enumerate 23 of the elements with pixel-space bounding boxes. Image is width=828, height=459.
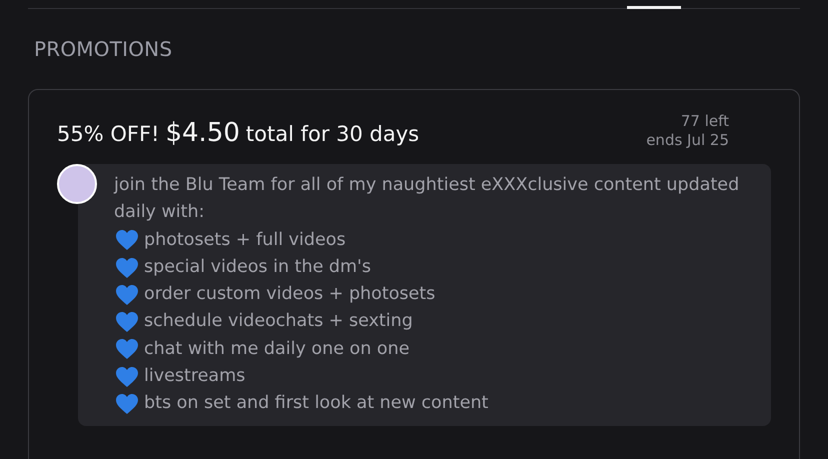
heart-icon <box>114 338 140 360</box>
avatar[interactable] <box>57 164 97 204</box>
heart-icon <box>114 229 140 252</box>
terms-text: total for 30 days <box>246 122 420 146</box>
perk-text: photosets + full videos <box>144 228 346 252</box>
perk-text: chat with me daily one on one <box>144 338 410 361</box>
perk-text: special videos in the dm's <box>144 256 371 279</box>
price-text: $4.50 <box>165 118 240 148</box>
perk-text: livestreams <box>144 365 246 388</box>
heart-icon <box>114 366 140 388</box>
description-text: join the Blu Team for all of my naughtiest eXXXclusive content updated daily with: <box>114 174 740 224</box>
discount-text: 55% OFF! <box>57 122 160 146</box>
heart-icon <box>114 284 140 306</box>
remaining-count: 77 left <box>680 112 729 131</box>
section-title: PROMOTIONS <box>34 37 174 61</box>
tab-indicator <box>627 6 681 9</box>
end-date: ends Jul 25 <box>646 131 729 150</box>
perk-text: order custom videos + photosets <box>144 283 436 306</box>
heart-icon <box>114 393 140 416</box>
perk-text: schedule videochats + sexting <box>144 310 413 334</box>
heart-icon <box>114 256 140 279</box>
perk-text: bts on set and first look at new content <box>144 392 488 416</box>
heart-icon <box>114 311 140 334</box>
